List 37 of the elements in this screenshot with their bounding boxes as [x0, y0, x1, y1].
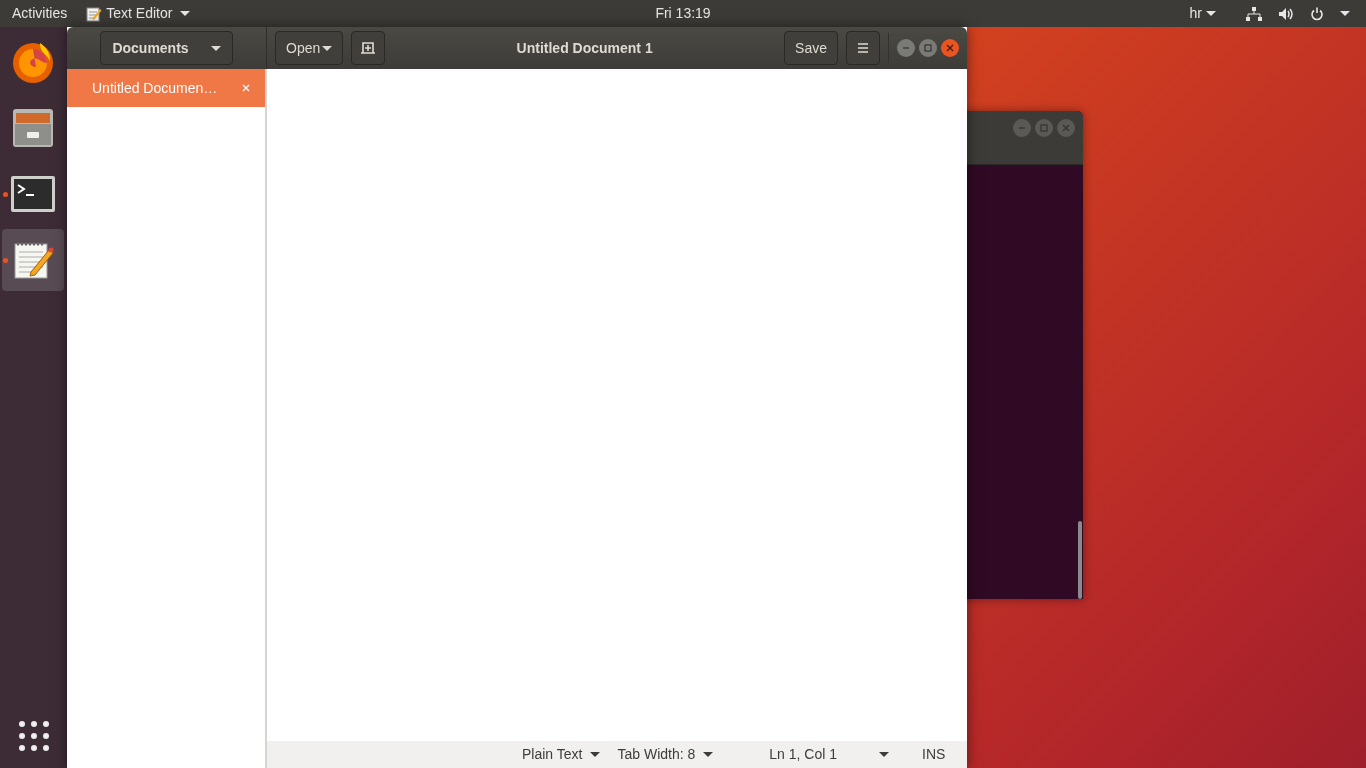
language-menu[interactable]: Plain Text	[522, 744, 601, 765]
minimize-icon	[902, 44, 910, 52]
close-button[interactable]	[941, 39, 959, 57]
power-icon	[1310, 6, 1324, 21]
close-icon[interactable]	[242, 84, 250, 92]
notepad-icon	[86, 5, 103, 22]
close-icon	[946, 44, 954, 52]
new-tab-icon	[360, 41, 377, 55]
file-cabinet-icon	[11, 106, 55, 150]
volume-icon	[1278, 6, 1294, 21]
save-button[interactable]: Save	[784, 31, 838, 65]
terminal-icon	[10, 175, 56, 213]
maximize-icon	[924, 44, 932, 52]
app-menu[interactable]: Text Editor	[86, 3, 191, 24]
maximize-icon	[1040, 124, 1048, 132]
window-title: Untitled Document 1	[516, 39, 653, 56]
new-tab-button[interactable]	[351, 31, 386, 65]
document-name: Untitled Documen…	[92, 78, 219, 98]
clock[interactable]: Fri 13:19	[633, 3, 733, 24]
scrollbar[interactable]	[1078, 521, 1082, 599]
minimize-button[interactable]	[897, 39, 915, 57]
open-button[interactable]: Open	[275, 31, 344, 65]
cursor-position-menu[interactable]: Ln 1, Col 1	[769, 744, 889, 765]
close-icon	[1062, 124, 1070, 132]
tab-width-menu[interactable]: Tab Width: 8	[617, 744, 714, 765]
activities-button[interactable]: Activities	[12, 3, 68, 24]
documents-button[interactable]: Documents	[100, 31, 233, 65]
keyboard-layout-menu[interactable]: hr	[1189, 3, 1216, 24]
app-grid-icon[interactable]	[17, 720, 50, 752]
dock-item[interactable]	[2, 229, 64, 291]
maximize-button[interactable]	[919, 39, 937, 57]
menu-button[interactable]	[846, 31, 880, 65]
menu-icon	[857, 43, 869, 53]
system-menu[interactable]	[1246, 6, 1350, 21]
minimize-icon	[1018, 124, 1026, 132]
insert-mode-indicator: INS	[922, 745, 946, 764]
network-icon	[1246, 6, 1262, 21]
